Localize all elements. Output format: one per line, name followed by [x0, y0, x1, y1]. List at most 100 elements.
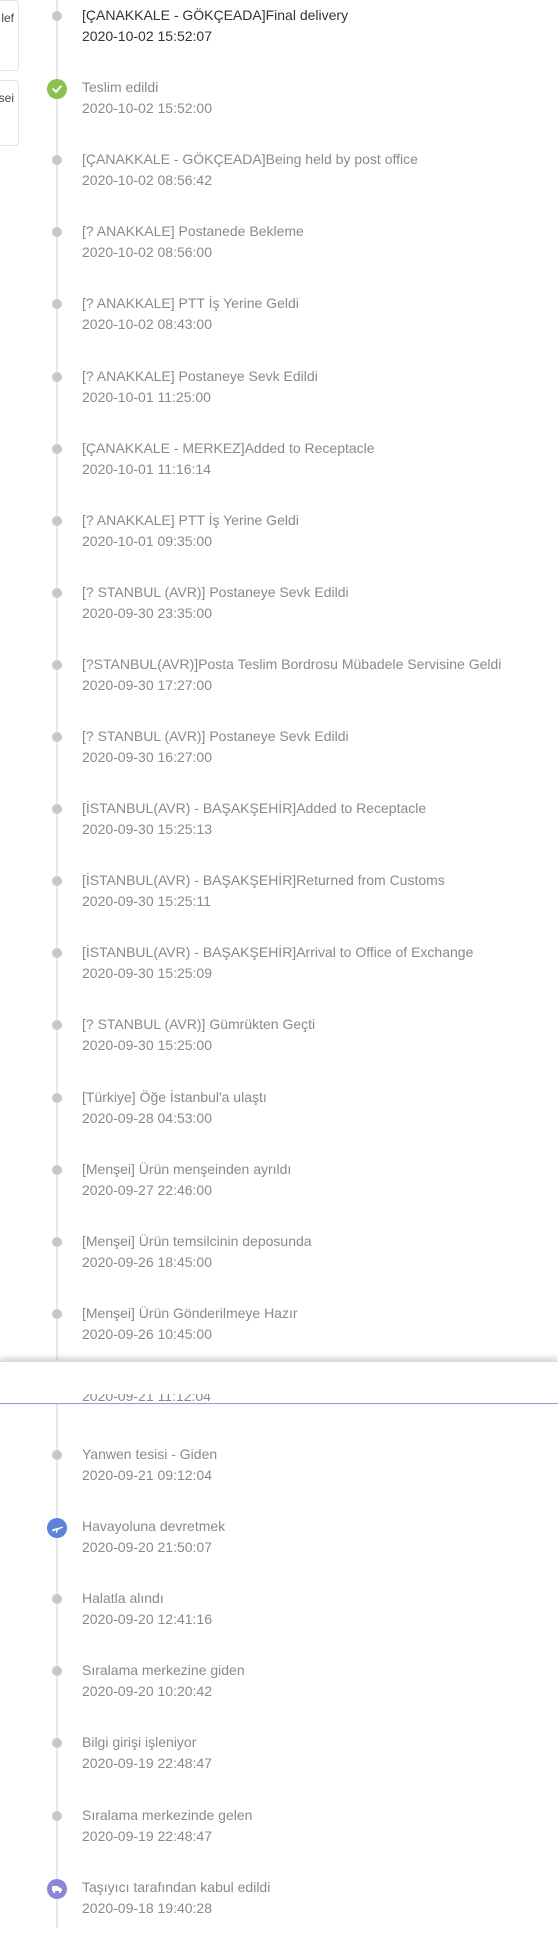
- timeline-event: [?STANBUL(AVR)]Posta Teslim Bordrosu Müb…: [0, 654, 558, 710]
- timeline-event: [ÇANAKKALE - GÖKÇEADA]Being held by post…: [0, 149, 558, 205]
- timeline-event: [İSTANBUL(AVR) - BAŞAKŞEHİR]Returned fro…: [0, 870, 558, 926]
- timeline-dot: [52, 515, 62, 526]
- event-title: Bilgi girişi işleniyor: [82, 1734, 197, 1751]
- event-title: Taşıyıcı tarafından kabul edildi: [82, 1878, 271, 1895]
- event-time: 2020-09-20 10:20:42: [82, 1683, 212, 1700]
- event-title: [Menşei] Ürün temsilcinin deposunda: [82, 1232, 312, 1249]
- timeline-event: Yanwen tesisi - Giden 2020-09-21 09:12:04: [0, 1444, 558, 1500]
- timeline-event: Bilgi girişi işleniyor 2020-09-19 22:48:4…: [0, 1732, 558, 1788]
- event-title: [Menşei] Ürün Gönderilmeye Hazır: [82, 1304, 298, 1321]
- timeline-event: [İSTANBUL(AVR) - BAŞAKŞEHİR]Arrival to O…: [0, 942, 558, 998]
- timeline-event: Teslim edildi 2020-10-02 15:52:00: [0, 77, 558, 133]
- airplane-icon: [47, 1518, 67, 1539]
- event-time: 2020-09-30 15:25:11: [82, 893, 211, 910]
- event-time: 2020-10-01 11:16:14: [82, 460, 211, 477]
- timeline-event: [? ANAKKALE] PTT İş Yerine Geldi 2020-10-…: [0, 510, 558, 566]
- event-time: 2020-09-30 15:25:00: [82, 1037, 212, 1054]
- event-title: [ÇANAKKALE - GÖKÇEADA]Final delivery: [82, 7, 349, 23]
- event-time: 2020-09-27 22:46:00: [82, 1181, 212, 1198]
- event-title: [? STANBUL (AVR)] Postaneye Sevk Edildi: [82, 583, 349, 600]
- timeline-dot: [52, 1450, 62, 1460]
- event-title: [? STANBUL (AVR)] Postaneye Sevk Edildi: [82, 728, 349, 744]
- timeline-dot: [52, 1308, 62, 1319]
- event-time: 2020-10-02 08:43:00: [82, 316, 212, 333]
- event-title: [İSTANBUL(AVR) - BAŞAKŞEHİR]Arrival to O…: [82, 944, 474, 961]
- event-time: 2020-10-01 09:35:00: [82, 532, 212, 549]
- event-title: [ÇANAKKALE - MERKEZ]Added to Receptacle: [82, 439, 375, 456]
- timeline-event: Taşıyıcı tarafından kabul edildi 2020-09-…: [0, 1877, 558, 1933]
- truck-icon: [47, 1878, 67, 1899]
- timeline-event: Sıralama merkezinde gelen 2020-09-19 22:4…: [0, 1805, 558, 1861]
- event-time: 2020-09-28 04:53:00: [82, 1109, 212, 1126]
- event-time: 2020-09-30 16:27:00: [82, 749, 212, 765]
- timeline-event: [İSTANBUL(AVR) - BAŞAKŞEHİR]Added to Rec…: [0, 798, 558, 854]
- event-title: [? STANBUL (AVR)] Gümrükten Geçti: [82, 1016, 316, 1033]
- timeline-dot: [52, 155, 62, 166]
- event-time: 2020-09-26 18:45:00: [82, 1253, 212, 1270]
- event-time: 2020-09-19 22:48:47: [82, 1755, 212, 1772]
- timeline-event: Sıralama merkezine giden 2020-09-20 10:20…: [0, 1660, 558, 1716]
- timeline-event: Havayoluna devretmek 2020-09-20 21:50:07: [0, 1516, 558, 1572]
- timeline-dot: [52, 732, 62, 742]
- timeline-dot: [52, 1092, 62, 1103]
- timeline-dot: [52, 587, 62, 598]
- timeline-event: Halatla alındı 2020-09-20 12:41:16: [0, 1588, 558, 1644]
- event-time: 2020-09-21 09:12:04: [82, 1467, 212, 1483]
- event-time: 2020-09-20 12:41:16: [82, 1611, 212, 1628]
- event-time: 2020-10-02 15:52:00: [82, 100, 212, 117]
- event-title: Teslim edildi: [82, 79, 159, 96]
- event-title: [? ANAKKALE] Postaneye Sevk Edildi: [82, 367, 318, 384]
- timeline-dot: [52, 1020, 62, 1031]
- timeline-dot: [52, 1236, 62, 1247]
- event-time: 2020-09-30 17:27:00: [82, 676, 212, 693]
- timeline-dot: [52, 948, 62, 959]
- timeline-event: [? STANBUL (AVR)] Postaneye Sevk Edildi 2…: [0, 726, 558, 782]
- timeline-dot: [52, 804, 62, 815]
- event-time: 2020-09-26 10:45:00: [82, 1325, 212, 1342]
- event-time: 2020-09-19 22:48:47: [82, 1827, 212, 1844]
- timeline-dot: [52, 1666, 62, 1677]
- timeline-event: [Türkiye] Öğe İstanbul'a ulaştı 2020-09-2…: [0, 1087, 558, 1143]
- check-icon: [47, 79, 67, 100]
- timeline-event: [? STANBUL (AVR)] Gümrükten Geçti 2020-09…: [0, 1014, 558, 1070]
- timeline-event: [ÇANAKKALE - GÖKÇEADA]Final delivery 2020…: [0, 5, 558, 61]
- event-title: [İSTANBUL(AVR) - BAŞAKŞEHİR]Returned fro…: [82, 872, 445, 889]
- timeline-dot: [52, 371, 62, 382]
- partial-event-time: 2020-09-21 11:12:04: [82, 1394, 211, 1404]
- event-time: 2020-09-18 19:40:28: [82, 1899, 212, 1916]
- timeline-event: [? ANAKKALE] Postaneye Sevk Edildi 2020-1…: [0, 366, 558, 422]
- timeline-event: [Menşei] Ürün menşeinden ayrıldı 2020-09-…: [0, 1159, 558, 1215]
- timeline-dot: [52, 1594, 62, 1605]
- timeline-event: [Menşei] Ürün Gönderilmeye Hazır 2020-09-…: [0, 1303, 558, 1359]
- timeline-event: [Menşei] Ürün temsilcinin deposunda 2020-…: [0, 1231, 558, 1287]
- timeline-dot: [52, 11, 62, 21]
- event-title: Halatla alındı: [82, 1590, 164, 1607]
- event-title: [?STANBUL(AVR)]Posta Teslim Bordrosu Müb…: [82, 655, 502, 672]
- event-time: 2020-10-01 11:25:00: [82, 388, 211, 405]
- event-title: [ÇANAKKALE - GÖKÇEADA]Being held by post…: [82, 151, 418, 168]
- event-time: 2020-10-02 15:52:07: [82, 28, 212, 44]
- event-title: Sıralama merkezinde gelen: [82, 1806, 253, 1823]
- event-title: [Türkiye] Öğe İstanbul'a ulaştı: [82, 1088, 267, 1105]
- timeline-event: [? STANBUL (AVR)] Postaneye Sevk Edildi 2…: [0, 582, 558, 638]
- timeline-event: [ÇANAKKALE - MERKEZ]Added to Receptacle 2…: [0, 438, 558, 494]
- timeline-dot: [52, 227, 62, 238]
- timeline-dot: [52, 443, 62, 454]
- timeline-dot: [52, 876, 62, 887]
- event-time: 2020-09-30 15:25:13: [82, 821, 212, 838]
- event-time: 2020-10-02 08:56:42: [82, 172, 212, 189]
- event-time: 2020-10-02 08:56:00: [82, 244, 212, 261]
- event-title: [? ANAKKALE] Postanede Bekleme: [82, 223, 304, 240]
- event-title: Sıralama merkezine giden: [82, 1662, 245, 1679]
- event-time: 2020-09-20 21:50:07: [82, 1539, 212, 1556]
- timeline-dot: [52, 1810, 62, 1821]
- event-title: Yanwen tesisi - Giden: [82, 1446, 218, 1462]
- timeline-dot: [52, 299, 62, 310]
- timeline-dot: [52, 1164, 62, 1175]
- timeline-dot: [52, 659, 62, 670]
- timeline-event: [? ANAKKALE] Postanede Bekleme 2020-10-02…: [0, 221, 558, 277]
- event-title: [? ANAKKALE] PTT İş Yerine Geldi: [82, 511, 299, 528]
- event-title: [Menşei] Ürün menşeinden ayrıldı: [82, 1160, 292, 1177]
- timeline-dot: [52, 1738, 62, 1749]
- event-time: 2020-09-30 23:35:00: [82, 604, 212, 621]
